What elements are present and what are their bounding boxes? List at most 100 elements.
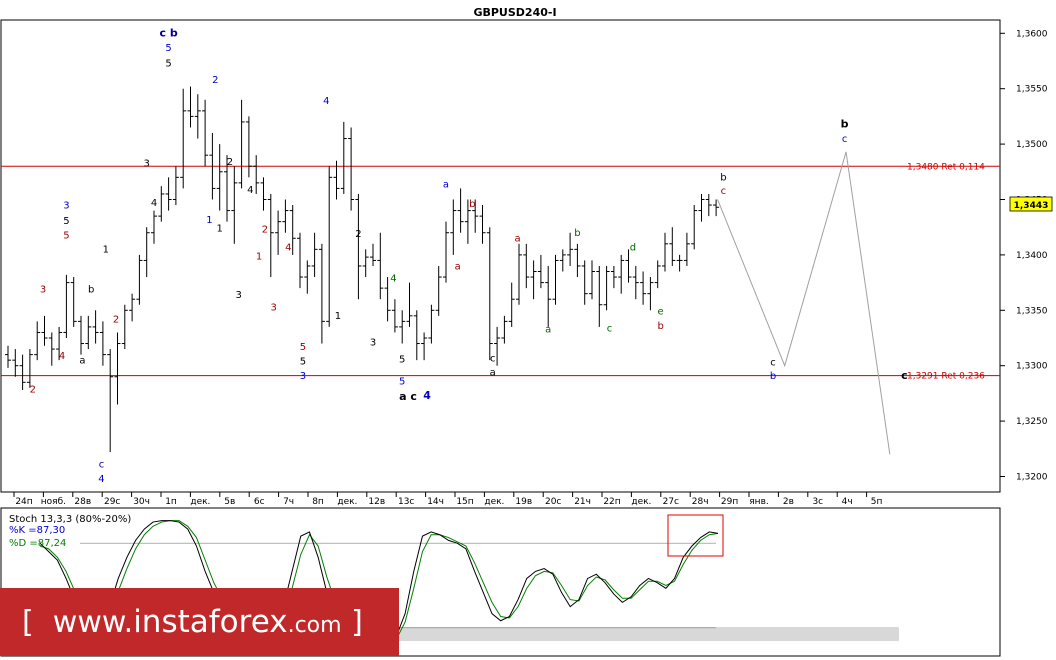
banner-close-bracket: ] (351, 605, 363, 640)
x-tick-label: 22п (603, 497, 620, 507)
wave-label: b (469, 199, 475, 210)
x-tick-label: 29п (721, 497, 738, 507)
wave-label: b (574, 228, 580, 239)
wave-label: 2 (113, 314, 119, 325)
y-tick-label: 1,3250 (1016, 417, 1048, 427)
x-tick-label: 24п (15, 497, 32, 507)
last-price-label: 1,3443 (1014, 201, 1049, 211)
x-tick-label: 20с (545, 497, 561, 507)
wave-label: c b (159, 27, 177, 40)
y-tick-label: 1,3600 (1016, 29, 1048, 39)
x-tick-label: 4ч (842, 497, 853, 507)
x-tick-label: 28в (74, 497, 91, 507)
x-tick-label: дек. (190, 497, 210, 507)
wave-label: 1 (256, 251, 262, 262)
level-label: 1,3291 Ret 0,236 (907, 372, 985, 382)
x-tick-label: 30ч (133, 497, 150, 507)
wave-label: b (88, 285, 94, 296)
wave-label: c (901, 369, 908, 382)
x-tick-label: 5п (871, 497, 883, 507)
chart-title: GBPUSD240-I (473, 6, 556, 19)
x-tick-label: нояб. (41, 497, 66, 507)
wave-label: a (514, 234, 520, 245)
wave-label: c (99, 460, 105, 471)
wave-label: 5 (300, 342, 306, 353)
x-tick-label: 2в (783, 497, 794, 507)
x-tick-label: 7ч (283, 497, 294, 507)
x-tick-label: 19в (515, 497, 532, 507)
wave-label: 4 (423, 389, 431, 402)
wave-label: 3 (271, 302, 277, 313)
x-tick-label: 13с (398, 497, 414, 507)
x-tick-label: 27с (663, 497, 679, 507)
wave-label: 5 (63, 230, 69, 241)
y-tick-label: 1,3400 (1016, 251, 1048, 261)
x-tick-label: янв. (749, 497, 768, 507)
x-tick-label: 8п (312, 497, 324, 507)
wave-label: 1 (217, 224, 223, 235)
wave-label: c (721, 186, 727, 197)
x-tick-label: 6с (254, 497, 265, 507)
wave-label: a (79, 355, 85, 366)
wave-label: b (720, 173, 726, 184)
x-tick-label: 14ч (427, 497, 444, 507)
chart-canvas: GBPUSD240-I 1,3480 Ret 0,114 1,3291 Ret 0… (0, 0, 1056, 658)
wave-label: 2 (30, 384, 36, 395)
x-tick-label: дек. (337, 497, 357, 507)
wave-label: c (490, 353, 496, 364)
wave-label: 1 (206, 215, 212, 226)
wave-label: c (842, 134, 848, 145)
y-tick-label: 1,3550 (1016, 85, 1048, 95)
wave-label: 1 (335, 311, 341, 322)
wave-label: 3 (370, 338, 376, 349)
wave-label: 3 (40, 285, 46, 296)
wave-label: 3 (63, 200, 69, 211)
x-tick-label: 29с (104, 497, 120, 507)
x-tick-label: 12в (368, 497, 385, 507)
wave-label: 2 (262, 225, 268, 236)
wave-label: a (443, 179, 449, 190)
wave-label: b (657, 321, 663, 332)
x-tick-label: 21ч (574, 497, 591, 507)
x-tick-label: дек. (631, 497, 651, 507)
wave-label: a (455, 261, 461, 272)
wave-label: 5 (399, 354, 405, 365)
wave-label: 4 (59, 351, 65, 362)
wave-label: 2 (355, 229, 361, 240)
banner-suffix: .com (287, 613, 342, 638)
wave-label: 3 (300, 371, 306, 382)
wave-label: 3 (235, 290, 241, 301)
wave-label: 4 (151, 198, 157, 209)
y-tick-label: 1,3300 (1016, 362, 1048, 372)
x-tick-label: 15п (456, 497, 473, 507)
instaforex-banner[interactable]: [ www.instaforex.com ] (0, 588, 399, 656)
oscillator-hatch (399, 627, 899, 641)
wave-label: 5 (300, 357, 306, 368)
wave-label: 4 (98, 474, 104, 485)
wave-label: b (841, 117, 849, 130)
x-tick-label: 3с (812, 497, 823, 507)
wave-label: 3 (144, 158, 150, 169)
wave-label: 4 (247, 185, 253, 196)
banner-www: www. (52, 605, 134, 640)
wave-label: a c (399, 390, 417, 403)
wave-label: a (545, 324, 551, 335)
oscillator-name: Stoch 13,3,3 (80%-20%) (9, 514, 131, 525)
y-tick-label: 1,3200 (1016, 472, 1048, 482)
x-tick-label: 1п (165, 497, 177, 507)
wave-label: 2 (227, 157, 233, 168)
wave-label: 5 (399, 377, 405, 388)
wave-label: 2 (212, 75, 218, 86)
d-value-label: %D =87,24 (9, 538, 66, 549)
wave-label: 5 (63, 216, 69, 227)
wave-label: a (490, 368, 496, 379)
wave-label: d (630, 242, 636, 253)
x-tick-label: 5в (224, 497, 235, 507)
wave-label: 5 (165, 59, 171, 70)
x-tick-label: 28ч (692, 497, 709, 507)
wave-label: 4 (323, 96, 329, 107)
wave-label: c (607, 323, 613, 334)
wave-label: c (770, 358, 776, 369)
wave-label: e (658, 307, 664, 318)
level-label: 1,3480 Ret 0,114 (907, 162, 985, 172)
